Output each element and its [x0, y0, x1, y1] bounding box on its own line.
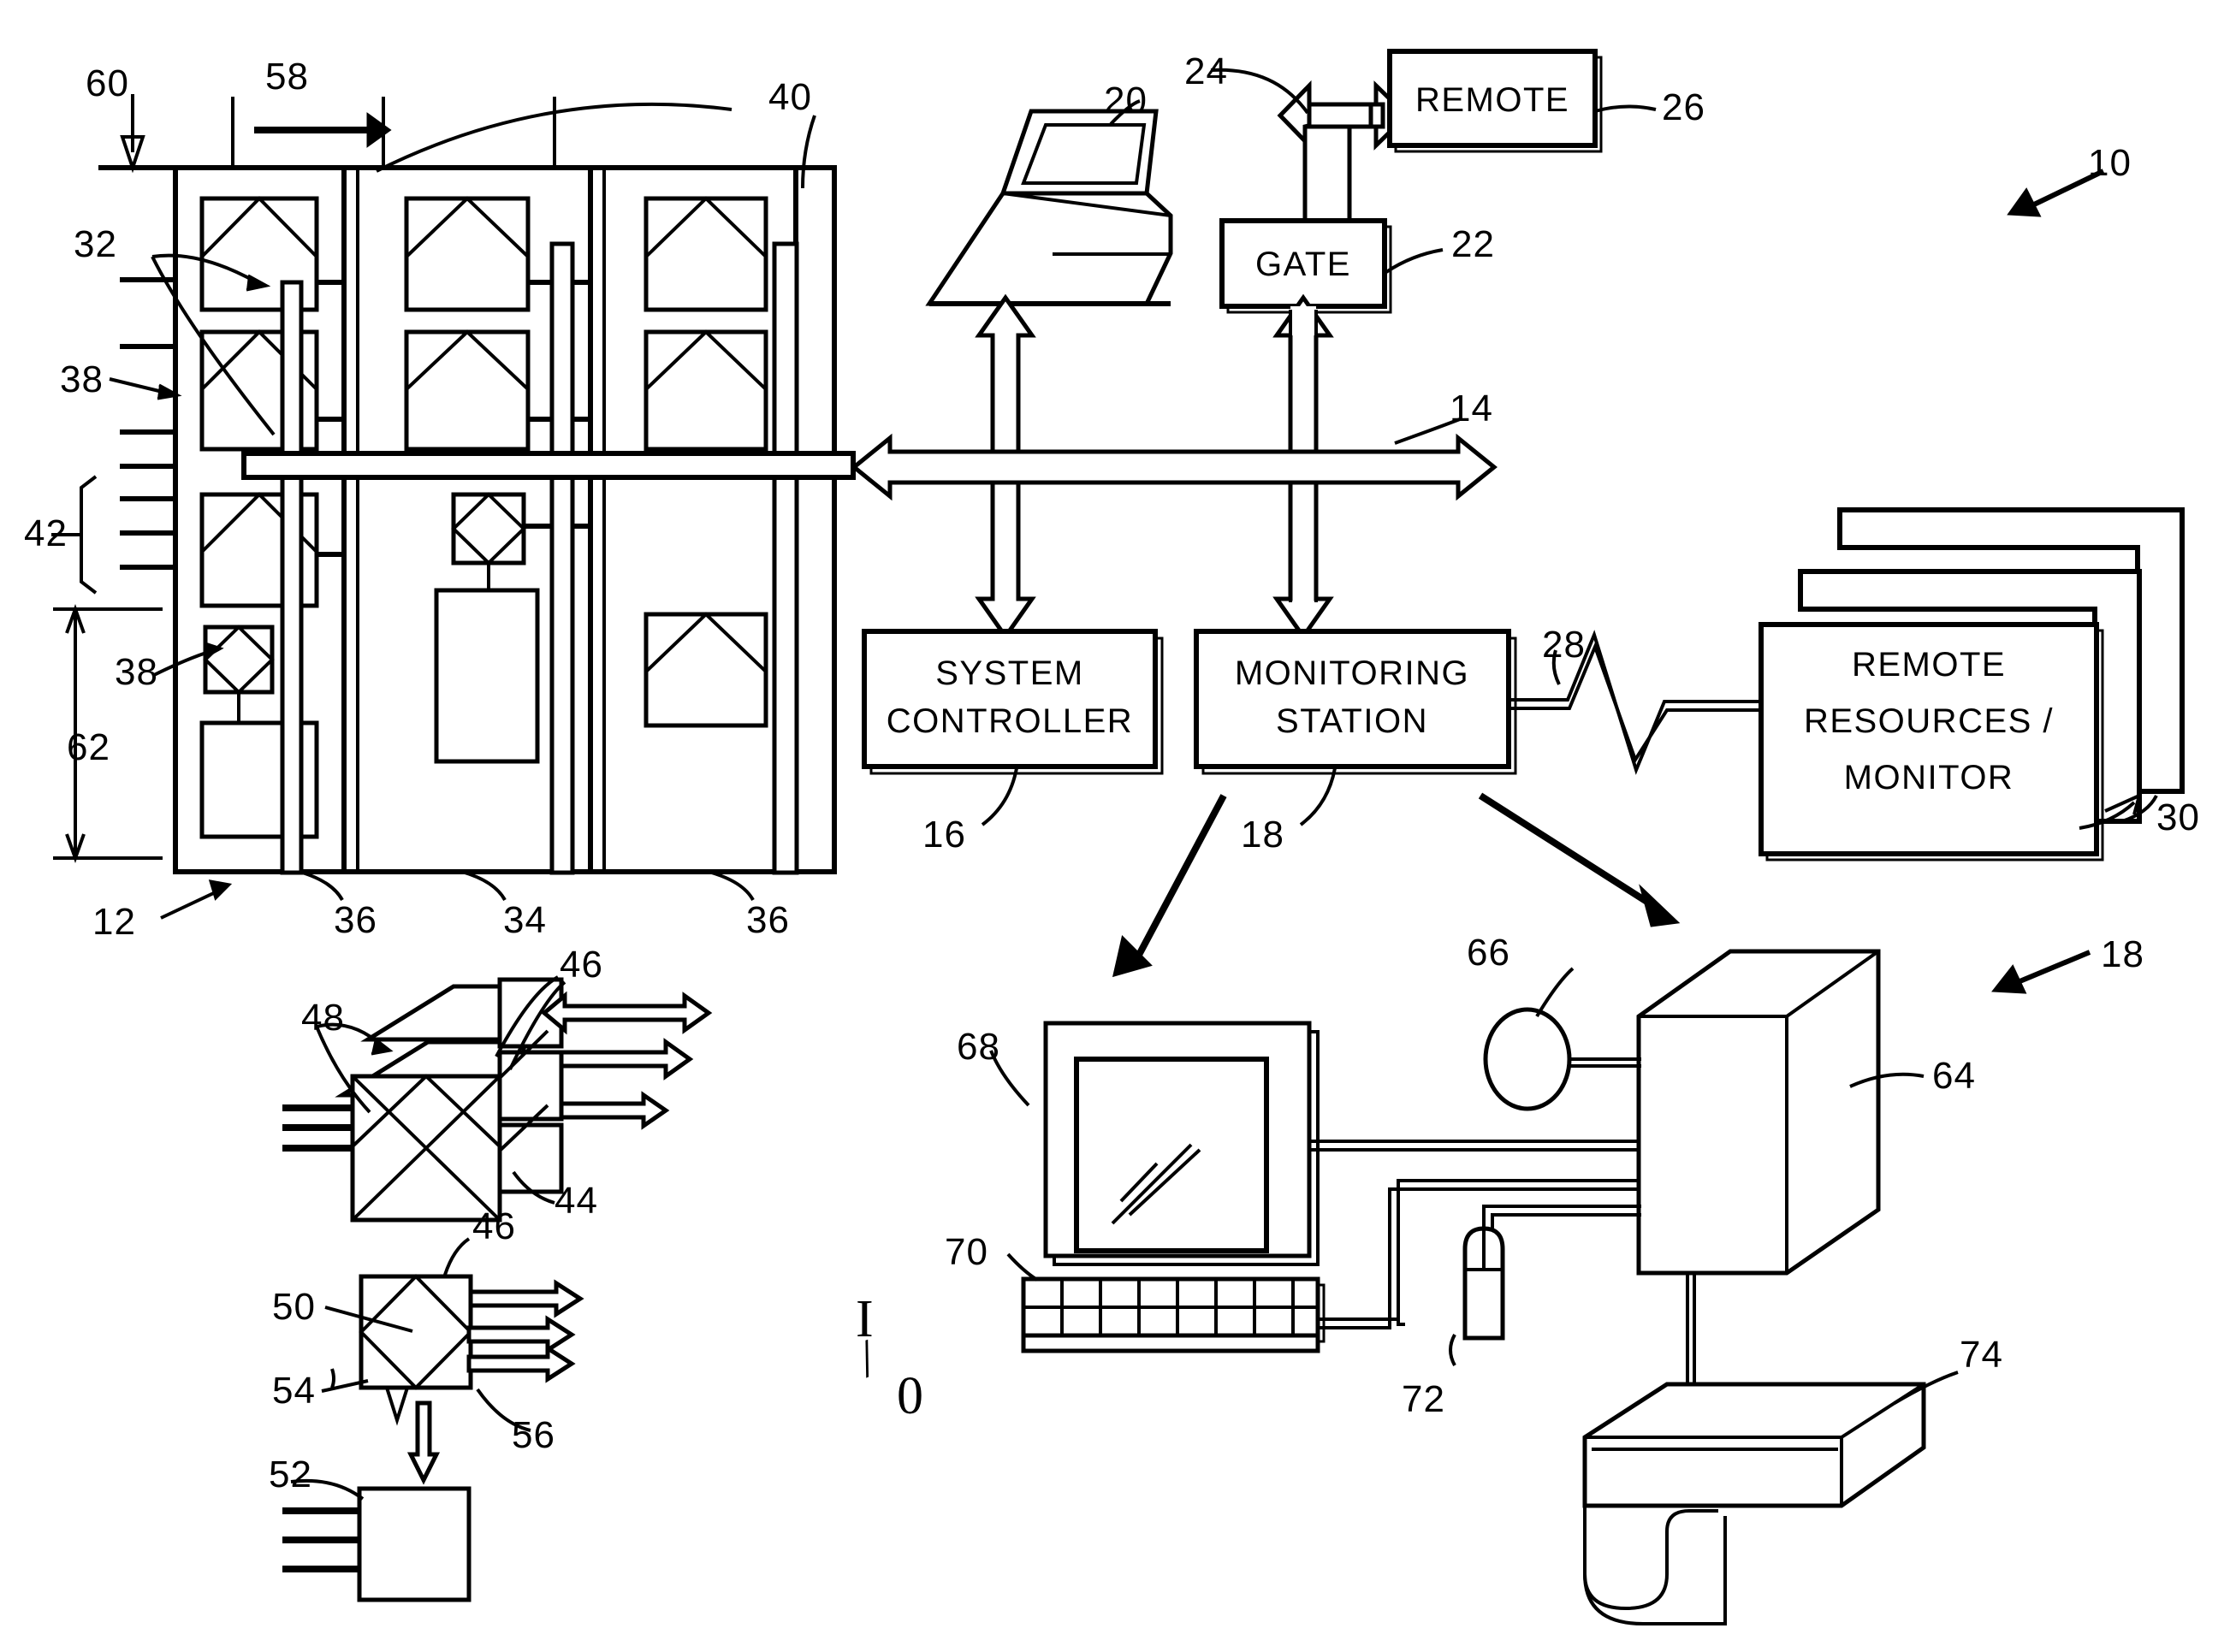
ref-66: 66 — [1467, 932, 1510, 974]
patent-figure-sheet: REMOTE GATE SYSTEM CONTROLLER MONITORING… — [0, 0, 2236, 1652]
ref-48: 48 — [301, 997, 345, 1039]
ref-18: 18 — [1241, 814, 1284, 856]
ref-10: 10 — [2088, 142, 2132, 184]
ref-26: 26 — [1662, 86, 1705, 128]
ref-60: 60 — [86, 62, 129, 104]
ref-58: 58 — [265, 56, 309, 98]
ref-46a: 46 — [560, 944, 603, 986]
ref-70: 70 — [945, 1231, 988, 1273]
ref-52: 52 — [269, 1454, 312, 1495]
remote-box-label: REMOTE — [1415, 81, 1569, 119]
ref-72: 72 — [1402, 1378, 1445, 1420]
ref-12: 12 — [92, 901, 136, 943]
ref-30: 30 — [2156, 796, 2200, 838]
io-label-denominator: 0 — [897, 1367, 923, 1425]
ref-28: 28 — [1542, 624, 1586, 666]
ref-24: 24 — [1184, 50, 1228, 92]
monitoring-station-label-line2: STATION — [1276, 702, 1428, 740]
ref-36a: 36 — [334, 899, 377, 941]
ref-64: 64 — [1932, 1055, 1976, 1097]
system-controller-label-line2: CONTROLLER — [887, 702, 1133, 740]
system-controller-label-line1: SYSTEM — [935, 654, 1083, 692]
ref-62: 62 — [67, 726, 110, 768]
ref-20: 20 — [1104, 80, 1148, 121]
ref-38a: 38 — [60, 358, 104, 400]
monitoring-station-label-line1: MONITORING — [1235, 654, 1469, 692]
ref-54: 54 — [272, 1370, 316, 1412]
ref-74: 74 — [1960, 1334, 2003, 1376]
ref-46b: 46 — [472, 1205, 516, 1247]
ref-14: 14 — [1450, 388, 1493, 429]
ref-22: 22 — [1451, 223, 1495, 265]
remote-resources-label-line2: RESOURCES / — [1804, 702, 2054, 740]
ref-32: 32 — [74, 223, 117, 265]
ref-56: 56 — [512, 1414, 555, 1456]
ref-18b: 18 — [2101, 933, 2144, 975]
ref-38b: 38 — [115, 651, 158, 693]
gate-box-label: GATE — [1255, 246, 1351, 283]
ref-68: 68 — [957, 1026, 1000, 1068]
ref-50: 50 — [272, 1286, 316, 1328]
ref-34: 34 — [503, 899, 547, 941]
figure-text-layer: REMOTE GATE SYSTEM CONTROLLER MONITORING… — [24, 50, 2200, 1495]
ref-40: 40 — [768, 76, 812, 118]
ref-44: 44 — [555, 1180, 598, 1222]
ref-36b: 36 — [746, 899, 790, 941]
ref-42: 42 — [24, 512, 68, 554]
ref-16: 16 — [922, 814, 966, 856]
remote-resources-label-line3: MONITOR — [1844, 759, 2014, 796]
remote-resources-label-line1: REMOTE — [1852, 646, 2006, 684]
